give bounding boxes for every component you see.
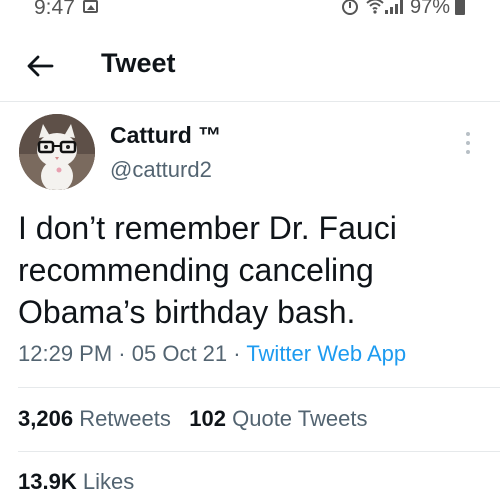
meta-separator: · [233, 341, 241, 366]
likes-label: Likes [82, 469, 135, 494]
tweet-text-line: recommending canceling [18, 252, 374, 288]
divider [18, 451, 500, 452]
battery-percentage: 97% [410, 0, 451, 18]
author-display-name[interactable]: Catturd ™ [110, 122, 221, 149]
cat-avatar-image [19, 114, 95, 190]
likes-count: 13.9K [18, 469, 77, 494]
likes-stat[interactable]: 13.9K Likes [18, 469, 134, 494]
engagement-stats-row: 3,206 Retweets 102 Quote Tweets [18, 406, 367, 432]
tweet-meta: 12:29 PM · 05 Oct 21 · Twitter Web App [18, 341, 406, 367]
quote-tweets-count: 102 [189, 406, 226, 431]
divider [18, 387, 500, 388]
signal-icon [385, 0, 405, 14]
tweet-text-line: Obama’s birthday bash. [18, 294, 356, 330]
tweet-header: Tweet [0, 40, 500, 102]
quote-tweets-stat[interactable]: 102 Quote Tweets [189, 406, 367, 431]
arrow-left-icon[interactable] [26, 52, 54, 80]
avatar[interactable] [19, 114, 95, 190]
tweet-time[interactable]: 12:29 PM [18, 341, 112, 366]
likes-stats-row: 13.9K Likes [18, 469, 134, 495]
meta-separator: · [118, 341, 126, 366]
tweet-text-line: I don’t remember Dr. Fauci [18, 210, 397, 246]
retweets-label: Retweets [79, 406, 171, 431]
tweet-source-link[interactable]: Twitter Web App [246, 341, 406, 366]
status-bar: 9:47 97% [0, 0, 500, 22]
author-username[interactable]: @catturd2 [110, 157, 212, 183]
more-options-icon[interactable] [463, 132, 473, 156]
tweet-date[interactable]: 05 Oct 21 [132, 341, 227, 366]
gallery-icon [83, 0, 98, 13]
quote-tweets-label: Quote Tweets [232, 406, 368, 431]
retweets-stat[interactable]: 3,206 Retweets [18, 406, 177, 431]
status-time: 9:47 [34, 0, 75, 19]
tweet-text: I don’t remember Dr. Fauci recommending … [18, 207, 488, 333]
retweets-count: 3,206 [18, 406, 74, 431]
page-title: Tweet [101, 48, 176, 78]
wifi-icon [366, 0, 384, 18]
battery-icon [455, 0, 465, 15]
alarm-icon [342, 0, 358, 15]
